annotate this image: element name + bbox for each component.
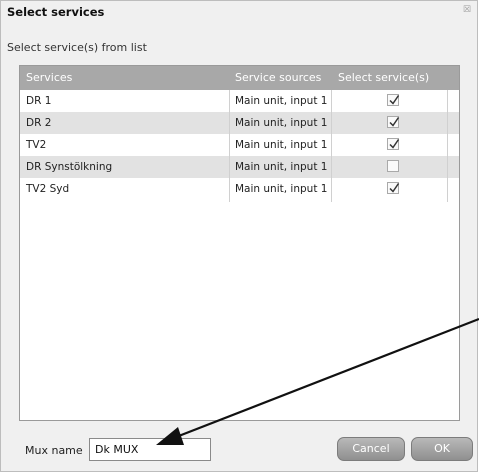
- column-header-service-sources[interactable]: Service sources: [235, 66, 321, 90]
- table-row[interactable]: TV2 Syd Main unit, input 1: [20, 178, 459, 200]
- service-source-cell: Main unit, input 1: [235, 139, 328, 151]
- table-row[interactable]: TV2 Main unit, input 1: [20, 134, 459, 156]
- service-name-cell: DR Synstölkning: [26, 161, 113, 173]
- column-header-select-services[interactable]: Select service(s): [338, 66, 429, 90]
- column-divider: [331, 90, 332, 202]
- dialog-title: Select services: [7, 5, 105, 19]
- service-source-cell: Main unit, input 1: [235, 161, 328, 173]
- table-row[interactable]: DR Synstölkning Main unit, input 1: [20, 156, 459, 178]
- select-service-checkbox[interactable]: [387, 160, 399, 172]
- select-service-checkbox[interactable]: [387, 182, 400, 194]
- service-source-cell: Main unit, input 1: [235, 95, 328, 107]
- table-header: Services Service sources Select service(…: [20, 66, 459, 90]
- service-source-cell: Main unit, input 1: [235, 117, 328, 129]
- checkmark-icon: [389, 139, 400, 149]
- table-row[interactable]: DR 2 Main unit, input 1: [20, 112, 459, 134]
- select-service-checkbox[interactable]: [387, 138, 400, 150]
- column-divider: [229, 90, 230, 202]
- column-header-services[interactable]: Services: [26, 66, 72, 90]
- table-row[interactable]: DR 1 Main unit, input 1: [20, 90, 459, 112]
- services-table: Services Service sources Select service(…: [19, 65, 460, 421]
- cancel-button[interactable]: Cancel: [337, 437, 405, 461]
- service-name-cell: DR 2: [26, 117, 52, 129]
- checkmark-icon: [389, 95, 400, 105]
- mux-name-label: Mux name: [25, 444, 83, 457]
- close-icon[interactable]: ☒: [463, 5, 471, 15]
- mux-name-input[interactable]: [89, 438, 211, 461]
- dialog-subtitle: Select service(s) from list: [7, 41, 147, 54]
- ok-button[interactable]: OK: [411, 437, 473, 461]
- column-divider: [447, 90, 448, 202]
- select-service-checkbox[interactable]: [387, 116, 400, 128]
- service-source-cell: Main unit, input 1: [235, 183, 328, 195]
- checkmark-icon: [389, 183, 400, 193]
- service-name-cell: TV2: [26, 139, 47, 151]
- select-service-checkbox[interactable]: [387, 94, 400, 106]
- checkmark-icon: [389, 117, 400, 127]
- select-services-dialog: Select services ☒ Select service(s) from…: [0, 0, 479, 472]
- service-name-cell: TV2 Syd: [26, 183, 70, 195]
- service-name-cell: DR 1: [26, 95, 52, 107]
